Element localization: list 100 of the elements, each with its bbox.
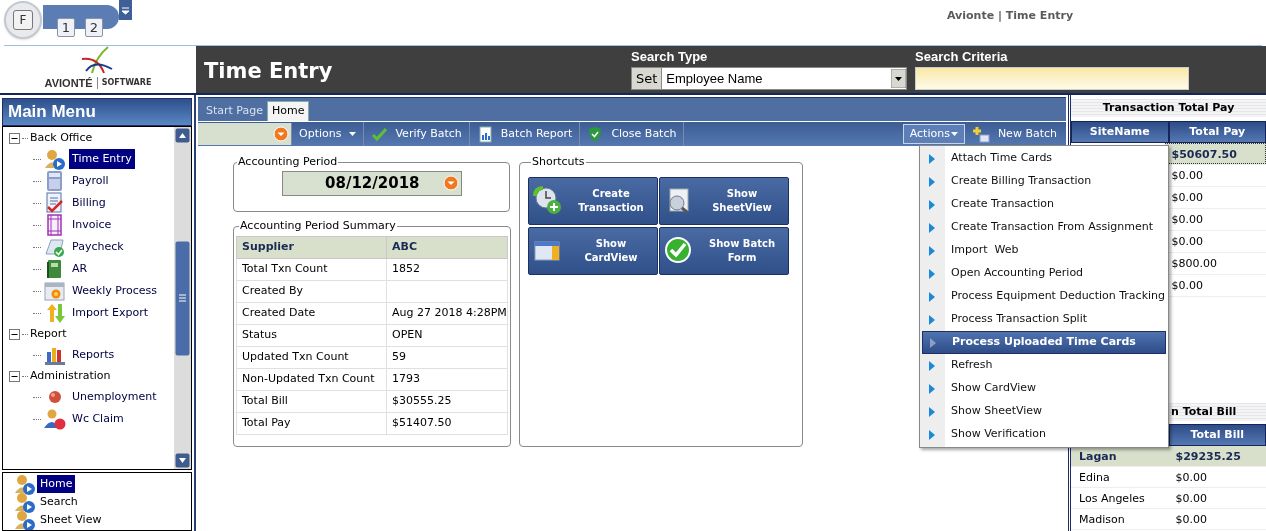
play-icon xyxy=(929,222,935,233)
play-icon xyxy=(929,153,935,164)
group-title: Shortcuts xyxy=(531,154,586,170)
menu-item[interactable]: Attach Time Cards xyxy=(922,147,1166,170)
table-cell: 1852 xyxy=(392,261,420,275)
table-cell: Updated Txn Count xyxy=(242,349,349,363)
tree-item[interactable]: Administration xyxy=(30,367,111,385)
tree-item[interactable]: Report xyxy=(30,325,67,343)
tree-item[interactable]: Wc Claim xyxy=(69,409,127,429)
toolbar-button[interactable]: Batch Report xyxy=(469,122,581,146)
menu-item[interactable]: Process Transaction Split xyxy=(922,308,1166,331)
search-criteria-field[interactable] xyxy=(915,67,1189,90)
menu-item[interactable]: Create Transaction From Assignment xyxy=(922,216,1166,239)
collapse-toggle-icon[interactable] xyxy=(9,328,20,340)
window-title: Avionte | Time Entry xyxy=(947,8,1074,24)
menu-item[interactable]: Show CardView xyxy=(922,377,1166,400)
quick-access-button[interactable]: 2 xyxy=(85,18,103,37)
tree-item[interactable]: Payroll xyxy=(69,171,112,191)
clock-plus-icon xyxy=(533,185,563,216)
panel-title: Transaction Total Pay xyxy=(1071,99,1266,117)
table-cell: $51407.50 xyxy=(392,415,452,429)
collapse-toggle-icon[interactable] xyxy=(9,132,20,144)
tree-item[interactable]: AR xyxy=(69,259,91,279)
menu-item[interactable]: Show Verification xyxy=(922,423,1166,446)
caret-icon xyxy=(349,132,357,136)
scrollbar[interactable] xyxy=(174,127,191,469)
column-header: Total Pay xyxy=(1168,121,1266,143)
menu-item[interactable]: Refresh xyxy=(922,354,1166,377)
quick-link[interactable]: Sheet View xyxy=(37,511,105,529)
play-icon xyxy=(929,245,935,256)
table-cell-text: $0.00 xyxy=(1170,212,1204,228)
check-circle-icon xyxy=(664,235,694,266)
menu-item[interactable]: Import Web xyxy=(922,239,1166,262)
shield-icon xyxy=(587,125,604,143)
collapse-toggle-icon[interactable] xyxy=(9,370,20,382)
tree-item[interactable]: Unemployment xyxy=(69,387,160,407)
calendar-icon xyxy=(43,280,67,302)
tab[interactable]: Start Page xyxy=(202,101,267,121)
table-cell: Aug 27 2018 4:28PM xyxy=(392,305,507,319)
tree-item[interactable]: Import Export xyxy=(69,303,151,323)
person-icon xyxy=(13,491,37,513)
play-icon xyxy=(929,429,935,440)
menu-item[interactable]: Create Billing Transaction xyxy=(922,170,1166,193)
report-icon xyxy=(476,125,493,143)
table-cell: $50607.50 xyxy=(1164,143,1266,164)
table-cell-text: Los Angeles xyxy=(1078,491,1146,507)
dropdown-value: Employee Name xyxy=(665,69,764,88)
table-cell-text: $0.00 xyxy=(1170,278,1204,294)
toolbar-button[interactable]: Options xyxy=(292,122,365,146)
tree-item[interactable]: Reports xyxy=(69,345,118,365)
scroll-up-icon[interactable] xyxy=(175,128,190,143)
dropdown-icon xyxy=(273,126,289,142)
dropdown-icon[interactable] xyxy=(442,175,459,191)
menu-item[interactable]: Process Equipment Deduction Tracking xyxy=(922,285,1166,308)
table-cell: Created Date xyxy=(242,305,316,319)
shortcut-button[interactable]: Create Transaction xyxy=(528,176,658,225)
play-icon xyxy=(929,176,935,187)
search-type-dropdown[interactable]: Set Employee Name xyxy=(631,67,907,90)
menu-item[interactable]: Create Transaction xyxy=(922,193,1166,216)
tree-item[interactable]: Paycheck xyxy=(69,237,127,257)
tab[interactable]: Home xyxy=(267,101,310,121)
column-header: ABC xyxy=(386,236,508,258)
scroll-down-icon[interactable] xyxy=(175,453,190,468)
date-picker[interactable]: 08/12/2018 xyxy=(281,170,462,196)
shortcut-button[interactable]: Show SheetView xyxy=(659,176,789,225)
people-icon xyxy=(43,408,67,430)
quick-link[interactable]: Home xyxy=(37,475,76,493)
caret-icon xyxy=(950,132,958,136)
paper-check-icon xyxy=(43,236,67,258)
table-cell-text: $0.00 xyxy=(1174,491,1208,507)
table-cell: 59 xyxy=(392,349,406,363)
table-cell-text: Lagan xyxy=(1078,449,1118,465)
table-cell: Created By xyxy=(242,283,304,297)
quick-link[interactable]: Search xyxy=(37,493,81,511)
tree-item[interactable]: Back Office xyxy=(30,129,93,147)
app-button[interactable]: F xyxy=(4,1,42,39)
scroll-thumb[interactable] xyxy=(175,240,190,356)
caret-icon[interactable] xyxy=(119,0,132,20)
field-label: Search Criteria xyxy=(915,48,1009,66)
quick-access-button[interactable]: 1 xyxy=(57,18,75,37)
shortcut-button[interactable]: Show Batch Form xyxy=(659,226,789,275)
check-icon xyxy=(371,125,388,143)
actions-button[interactable]: Actions xyxy=(902,124,965,144)
dropdown-arrow-icon[interactable] xyxy=(891,69,906,88)
menu-item[interactable]: Process Uploaded Time Cards xyxy=(922,331,1166,354)
tree-item[interactable]: Invoice xyxy=(69,215,115,235)
table-cell-text: $0.00 xyxy=(1174,512,1208,528)
play-icon xyxy=(929,268,935,279)
toolbar-button[interactable]: Verify Batch xyxy=(364,122,470,146)
panel-header: Main Menu xyxy=(2,98,192,126)
tree-item[interactable]: Time Entry xyxy=(69,149,135,169)
toolbar-button[interactable]: Close Batch xyxy=(580,122,685,146)
shortcut-button[interactable]: Show CardView xyxy=(528,226,658,275)
person-icon xyxy=(43,148,67,170)
table-cell: Total Txn Count xyxy=(242,261,328,275)
toolbar-button[interactable]: New Batch xyxy=(964,122,1064,146)
menu-item[interactable]: Open Accounting Period xyxy=(922,262,1166,285)
tree-item[interactable]: Billing xyxy=(69,193,109,213)
set-button[interactable]: Set xyxy=(632,68,663,89)
tree-item[interactable]: Weekly Process xyxy=(69,281,160,301)
